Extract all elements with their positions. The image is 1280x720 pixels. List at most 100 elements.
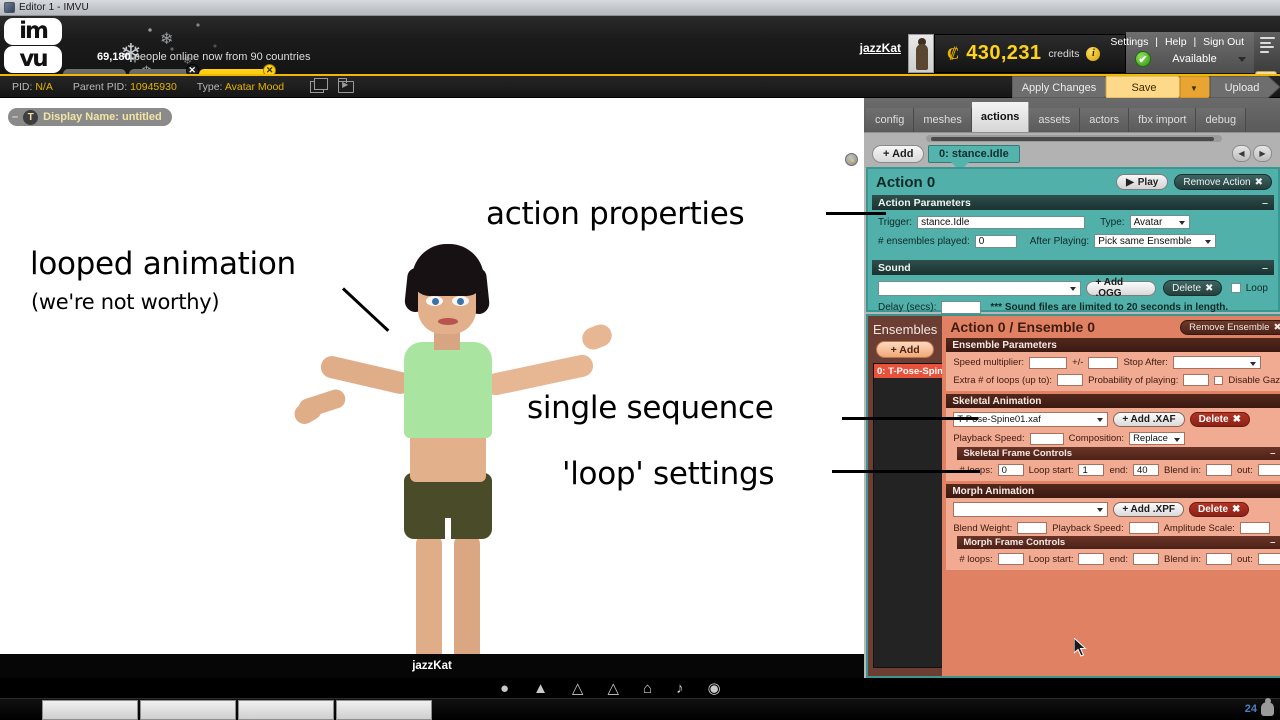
disable-gaze-checkbox[interactable]: [1214, 375, 1224, 385]
info-icon[interactable]: i: [1086, 46, 1101, 61]
ensemble-parameters-header[interactable]: Ensemble Parameters –: [946, 338, 1280, 352]
signout-link[interactable]: Sign Out: [1201, 36, 1246, 48]
add-action-button[interactable]: + Add: [872, 145, 925, 163]
blend-in-input[interactable]: [1205, 464, 1232, 476]
tab-actions[interactable]: actions: [971, 102, 1030, 132]
annotation-single-sequence: single sequence: [527, 390, 774, 426]
status-selector[interactable]: ✔ Available: [1135, 51, 1246, 67]
username-link[interactable]: jazzKat: [860, 41, 901, 55]
morph-end-input[interactable]: [1132, 553, 1159, 565]
end-input[interactable]: 40: [1132, 464, 1159, 476]
scrollbar-thumb[interactable]: [931, 136, 1214, 141]
open-folder-icon[interactable]: [337, 77, 355, 93]
collapse-icon[interactable]: –: [12, 111, 18, 123]
morph-playback-speed-input[interactable]: [1128, 522, 1159, 534]
action-parameters-header[interactable]: Action Parameters –: [872, 195, 1274, 210]
hamburger-menu-icon[interactable]: [1259, 37, 1275, 55]
type-select[interactable]: Avatar: [1129, 215, 1190, 229]
loop-start-input[interactable]: 1: [1078, 464, 1105, 476]
morph-loop-start-input[interactable]: [1078, 553, 1105, 565]
display-name-pill[interactable]: – T Display Name: untitled: [8, 108, 172, 126]
skeletal-animation-header[interactable]: Skeletal Animation –: [946, 394, 1280, 408]
collapse-icon[interactable]: –: [1270, 448, 1275, 459]
play-action-button[interactable]: ▶ Play: [1116, 174, 1169, 190]
taskbar-item[interactable]: [336, 700, 432, 720]
delete-morph-button[interactable]: Delete ✖: [1189, 502, 1250, 517]
credits-currency-icon: ₡: [947, 43, 960, 63]
menu-column[interactable]: [1254, 32, 1280, 73]
stop-after-select[interactable]: [1172, 356, 1261, 369]
tab-actors[interactable]: actors: [1080, 108, 1130, 132]
loops-input[interactable]: 0: [997, 464, 1024, 476]
chevron-down-icon[interactable]: [1238, 56, 1246, 62]
annotation-looped-animation-line2: (we're not worthy): [31, 290, 220, 314]
pet-icon[interactable]: △: [607, 681, 619, 696]
tab-fbx-import[interactable]: fbx import: [1129, 108, 1197, 132]
playback-speed-input[interactable]: [1029, 432, 1064, 445]
after-playing-select[interactable]: Pick same Ensemble: [1094, 234, 1217, 248]
parent-pid-value[interactable]: 10945930: [130, 81, 177, 93]
probability-input[interactable]: [1183, 374, 1210, 386]
close-icon[interactable]: ✕: [185, 64, 199, 74]
remove-action-button[interactable]: Remove Action ✖: [1174, 174, 1272, 190]
trigger-input[interactable]: stance.Idle: [917, 215, 1086, 229]
composition-select[interactable]: Replace: [1129, 432, 1186, 445]
hanger-icon[interactable]: △: [572, 681, 584, 696]
tab-assets[interactable]: assets: [1029, 108, 1081, 132]
ensembles-played-input[interactable]: 0: [974, 234, 1017, 248]
collapse-icon[interactable]: –: [1262, 262, 1268, 274]
collapse-icon[interactable]: –: [1270, 537, 1275, 548]
amplitude-scale-input[interactable]: [1239, 522, 1270, 534]
taskbar-item[interactable]: [238, 700, 334, 720]
close-icon[interactable]: ✕: [263, 64, 277, 74]
credits-display[interactable]: ₡ 430,231 credits i: [934, 34, 1126, 73]
avatar-thumbnail[interactable]: [908, 34, 934, 73]
tab-config[interactable]: config: [866, 108, 915, 132]
collapse-icon[interactable]: –: [1262, 197, 1268, 209]
shirt-icon[interactable]: ▲: [533, 681, 548, 696]
panel-resize-handle[interactable]: [845, 153, 858, 166]
taskbar-item[interactable]: [42, 700, 138, 720]
action-chip-0[interactable]: 0: stance.Idle: [928, 145, 1020, 171]
morph-file-select[interactable]: [953, 502, 1109, 517]
duplicate-window-icon[interactable]: [310, 77, 329, 93]
extra-loops-input[interactable]: [1057, 374, 1084, 386]
taskbar-item[interactable]: [140, 700, 236, 720]
music-note-icon[interactable]: ♪: [676, 681, 684, 696]
tab-meshes[interactable]: meshes: [914, 108, 972, 132]
morph-frame-controls-header[interactable]: Morph Frame Controls –: [957, 536, 1280, 549]
settings-link[interactable]: Settings: [1108, 36, 1150, 48]
home-icon[interactable]: ⌂: [643, 681, 652, 696]
add-ensemble-button[interactable]: + Add: [876, 341, 935, 358]
add-xaf-button[interactable]: + Add .XAF: [1113, 412, 1185, 427]
add-ogg-button[interactable]: + Add .OGG: [1086, 277, 1157, 299]
person-icon[interactable]: [1261, 698, 1274, 716]
morph-animation-header[interactable]: Morph Animation –: [946, 484, 1280, 498]
viewport-footer-name: jazzKat: [0, 654, 864, 678]
remove-ensemble-button[interactable]: Remove Ensemble ✖: [1180, 319, 1280, 335]
prev-action-icon[interactable]: ◀: [1232, 145, 1251, 162]
skeletal-frame-controls-header[interactable]: Skeletal Frame Controls –: [957, 447, 1280, 460]
camera-icon[interactable]: ◉: [708, 681, 721, 696]
plus-minus-input[interactable]: [1088, 356, 1119, 369]
actions-scrollbar[interactable]: [926, 135, 1222, 142]
next-action-icon[interactable]: ▶: [1253, 145, 1272, 162]
sound-header[interactable]: Sound –: [872, 260, 1274, 275]
imvu-logo[interactable]: im vu: [4, 18, 66, 73]
3d-viewport[interactable]: – T Display Name: untitled jazzKat: [0, 98, 864, 678]
sound-loop-checkbox[interactable]: [1231, 283, 1241, 293]
out-input[interactable]: [1257, 464, 1280, 476]
chat-bubble-icon[interactable]: ●: [500, 681, 509, 696]
speed-multiplier-input[interactable]: [1029, 356, 1068, 369]
add-xpf-button[interactable]: + Add .XPF: [1113, 502, 1185, 517]
delay-input[interactable]: [941, 301, 982, 314]
morph-loops-input[interactable]: [997, 553, 1024, 565]
delete-skeletal-button[interactable]: Delete ✖: [1189, 412, 1250, 427]
morph-out-input[interactable]: [1257, 553, 1280, 565]
blend-weight-input[interactable]: [1017, 522, 1048, 534]
help-link[interactable]: Help: [1163, 36, 1189, 48]
sound-file-select[interactable]: [878, 280, 1082, 296]
morph-blend-in-input[interactable]: [1205, 553, 1232, 565]
tab-debug[interactable]: debug: [1196, 108, 1247, 132]
delete-sound-button[interactable]: Delete ✖: [1163, 280, 1223, 296]
